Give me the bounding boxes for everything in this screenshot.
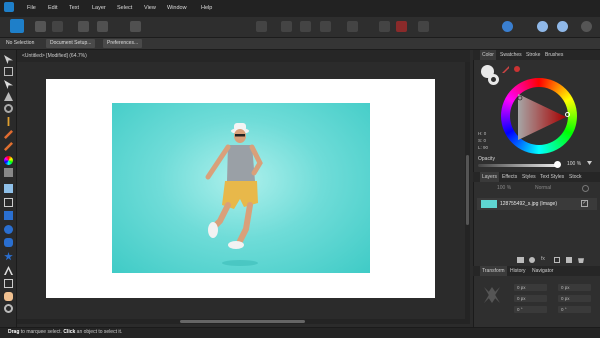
tab-styles[interactable]: Styles [522,172,536,182]
effects-icon[interactable]: fx [541,256,545,262]
menu-file[interactable]: File [27,5,36,11]
opacity-slider-handle[interactable] [554,161,561,168]
pixel-persona-icon[interactable] [35,21,46,32]
layer-visibility-checkbox[interactable]: ✓ [581,200,588,207]
rounded-rectangle-tool-icon[interactable] [4,238,13,247]
stroke-color-swatch[interactable] [488,74,499,85]
affinity-app-window: File Edit Text Layer Select View Window … [0,0,600,338]
transform-origin-icon[interactable] [320,21,331,32]
zoom-tool-icon[interactable] [4,304,13,313]
horizontal-scrollbar-thumb[interactable] [180,320,305,323]
hue-selector-handle[interactable] [565,112,570,117]
share-icon[interactable] [537,21,548,32]
app-logo-icon [4,2,14,12]
transform-s-field[interactable]: 0 ° [558,306,591,313]
jumping-man-figure [205,123,263,266]
ellipse-tool-icon[interactable] [4,225,13,234]
no-color-icon[interactable] [514,66,520,72]
view-tool-icon[interactable] [4,292,13,301]
menu-select[interactable]: Select [117,5,132,11]
vertical-scrollbar-thumb[interactable] [466,155,469,225]
transform-x-field[interactable]: 0 px [514,284,547,291]
document-setup-button[interactable]: Document Setup... [46,39,96,48]
layer-mask-icon[interactable] [517,257,524,263]
tab-stroke[interactable]: Stroke [526,50,540,60]
boolean-icon[interactable] [396,21,407,32]
fill-tool-icon[interactable] [4,156,13,165]
document-tab-title[interactable]: <Untitled> [Modified] (64.7%) [22,53,87,59]
add-layer-icon[interactable] [566,257,572,263]
document-setup-icon[interactable] [78,21,89,32]
menu-window[interactable]: Window [167,5,187,11]
layer-filename: 128755492_s.jpg [500,201,539,207]
layer-opacity-field[interactable]: 100 % [497,185,511,191]
placed-photo[interactable] [112,103,370,273]
tab-stock[interactable]: Stock [569,172,582,182]
layer-settings-icon[interactable] [582,185,589,192]
view-mode-icon[interactable] [130,21,141,32]
opacity-slider[interactable] [478,164,558,167]
menu-view[interactable]: View [144,5,156,11]
transform-h-field[interactable]: 0 px [558,295,591,302]
tab-layers[interactable]: Layers [480,172,500,182]
layer-name[interactable]: 128755492_s.jpg (Image) [500,201,557,207]
menu-help[interactable]: Help [201,5,212,11]
designer-persona-icon[interactable] [10,19,24,33]
transform-w-field[interactable]: 0 px [514,295,547,302]
group-icon[interactable] [554,257,560,263]
layer-kind: (Image) [539,201,557,207]
snapping-settings-icon[interactable] [379,21,390,32]
status-click-text: an object to select it. [75,329,123,335]
frame-text-tool-icon[interactable] [4,279,13,288]
layer-thumbnail [481,200,497,208]
crop-tool-icon[interactable] [4,198,13,207]
rectangle-tool-icon[interactable] [4,211,13,220]
hue-readout: H: 0 [478,131,487,136]
color-triangle[interactable] [514,92,568,142]
blend-mode-select[interactable]: Normal [535,185,551,191]
adjustment-icon[interactable] [529,257,535,263]
tab-text-styles[interactable]: Text Styles [540,172,564,182]
tab-brushes[interactable]: Brushes [545,50,563,60]
transform-y-field[interactable]: 0 px [558,284,591,291]
menu-edit[interactable]: Edit [48,5,57,11]
export-persona-icon[interactable] [52,21,63,32]
tab-history[interactable]: History [510,266,526,276]
menubar [0,0,600,17]
tab-transform[interactable]: Transform [480,266,507,276]
opacity-value[interactable]: 100 % [567,161,581,167]
menu-layer[interactable]: Layer [92,5,106,11]
studio-icon[interactable] [557,21,568,32]
align-left-icon[interactable] [256,21,267,32]
transparency-tool-icon[interactable] [4,184,13,193]
tab-navigator[interactable]: Navigator [532,266,553,276]
transform-r-field[interactable]: 0 ° [514,306,547,313]
corner-tool-icon[interactable] [4,104,13,113]
align-right-icon[interactable] [300,21,311,32]
tab-color[interactable]: Color [480,50,496,60]
geometry-icon[interactable] [418,21,429,32]
artboard-tool-icon[interactable] [4,67,13,76]
account-icon[interactable] [581,21,592,32]
status-drag-text: to marquee select. [19,329,64,335]
opacity-label: Opacity [478,156,495,162]
status-drag-word: Drag [8,329,20,335]
selection-status: No Selection [6,40,35,46]
status-hint: Drag to marquee select. Click an object … [8,329,122,335]
preferences-button[interactable]: Preferences... [103,39,143,48]
menu-text[interactable]: Text [69,5,79,11]
saturation-readout: S: 0 [478,138,487,143]
tab-effects[interactable]: Effects [502,172,517,182]
align-center-icon[interactable] [281,21,292,32]
lightness-readout: L: 90 [478,145,489,150]
gradient-tool-icon[interactable] [4,168,13,177]
assistant-icon[interactable] [502,21,513,32]
tab-swatches[interactable]: Swatches [500,50,522,60]
status-click-word: Click [63,329,76,335]
snapping-icon[interactable] [97,21,108,32]
arrange-icon[interactable] [347,21,358,32]
